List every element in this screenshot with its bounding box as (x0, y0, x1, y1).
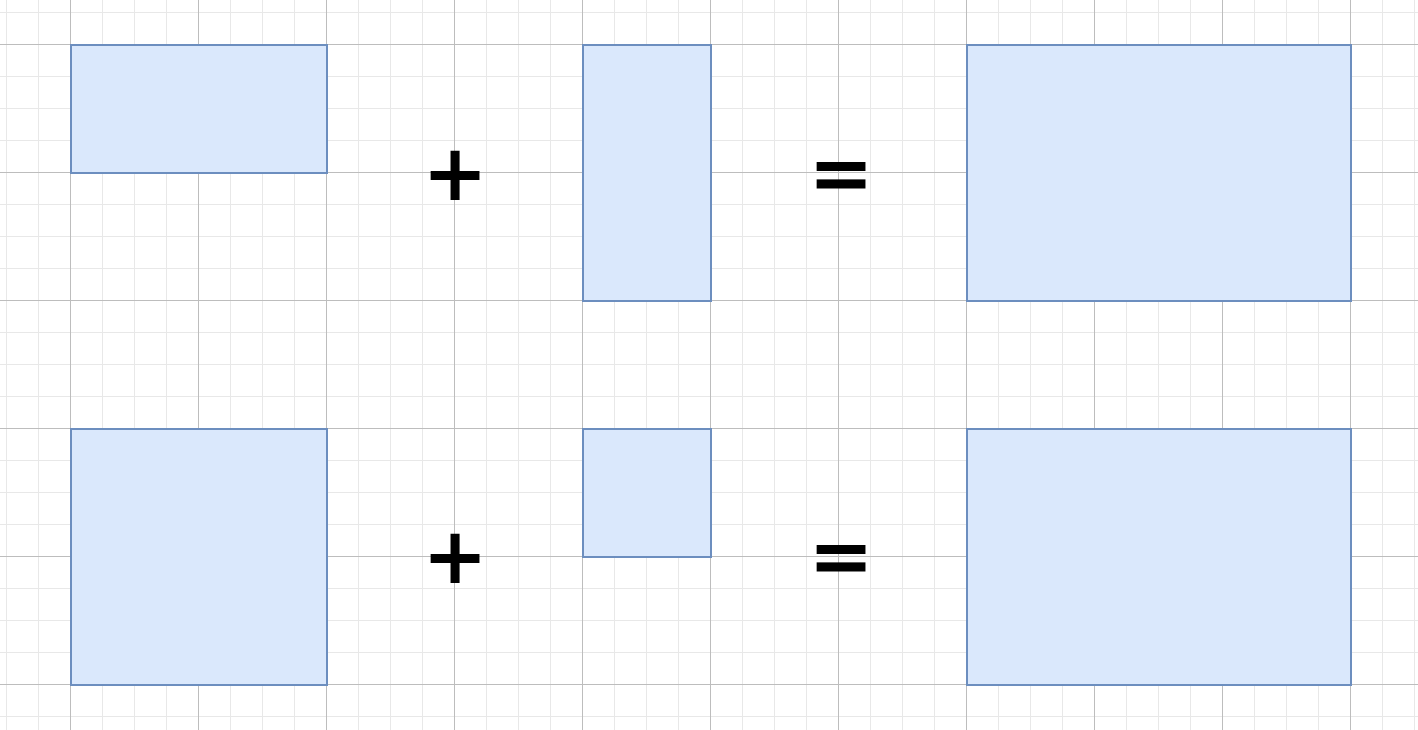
row1-operand-2-rect[interactable] (582, 44, 712, 302)
row2-operand-1-rect[interactable] (70, 428, 328, 686)
row2-result-rect[interactable] (966, 428, 1352, 686)
diagram-canvas[interactable]: + = + = (0, 0, 1418, 730)
row2-operand-2-rect[interactable] (582, 428, 712, 558)
row1-operand-1-rect[interactable] (70, 44, 328, 174)
row1-result-rect[interactable] (966, 44, 1352, 302)
row2-plus-sign: + (422, 512, 488, 602)
row1-plus-sign: + (422, 129, 488, 219)
row2-equals-sign: = (808, 512, 874, 602)
row1-equals-sign: = (808, 129, 874, 219)
